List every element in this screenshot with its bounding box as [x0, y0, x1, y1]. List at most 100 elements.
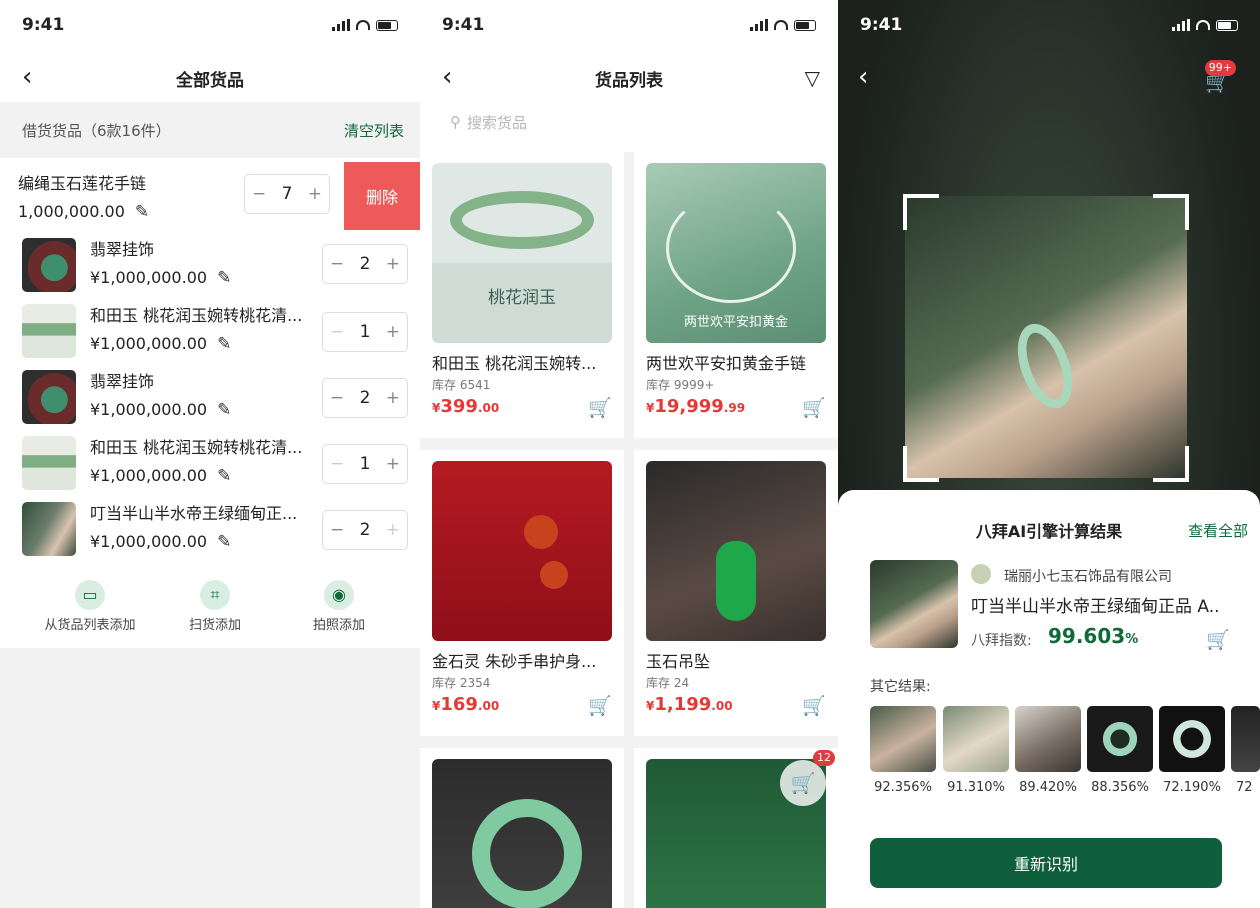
similarity-score: 72 — [1236, 780, 1253, 795]
other-result-image[interactable] — [1015, 706, 1081, 772]
add-to-cart-icon[interactable]: 🛒 — [1206, 628, 1230, 651]
index-value: 99.603 — [1048, 624, 1126, 648]
cart-float-button[interactable]: 🛒 — [780, 760, 826, 806]
list-item[interactable]: 翡翠挂饰 ¥1,000,000.00 ✎ −2 + — [0, 234, 420, 300]
item-price-wrap: ¥1,000,000.00 ✎ — [90, 532, 231, 552]
product-card[interactable]: 两世欢平安扣黄金 两世欢平安扣黄金手链 库存 9999+ ¥19,999.99 … — [634, 152, 838, 438]
status-time: 9:41 — [442, 15, 485, 35]
product-card[interactable]: 桃花润玉 和田玉 桃花润玉婉转... 库存 6541 ¥399.00 🛒 — [420, 152, 624, 438]
other-result-image[interactable] — [1231, 706, 1260, 772]
product-name: 两世欢平安扣黄金手链 — [646, 354, 807, 373]
re-identify-button[interactable]: 重新识别 — [870, 838, 1222, 888]
item-name: 翡翠挂饰 — [90, 372, 155, 391]
plus-icon[interactable]: + — [386, 520, 400, 540]
plus-icon[interactable]: + — [386, 322, 400, 342]
plus-icon[interactable]: + — [386, 388, 400, 408]
back-icon[interactable]: ‹ — [858, 64, 868, 90]
edit-icon[interactable]: ✎ — [217, 532, 231, 552]
quantity-stepper[interactable]: −7 + — [244, 174, 330, 214]
battery-icon — [794, 19, 816, 31]
quantity-stepper[interactable]: −2 + — [322, 510, 408, 550]
borrow-header: 借货货品（6款16件） 清空列表 — [0, 102, 420, 158]
view-all-link[interactable]: 查看全部 — [1188, 520, 1248, 541]
minus-icon[interactable]: − — [330, 454, 344, 474]
price-int: 1,199 — [654, 694, 712, 715]
product-image: 两世欢平安扣黄金 — [646, 163, 826, 343]
list-item[interactable]: 翡翠挂饰 ¥1,000,000.00 ✎ −2 + — [0, 366, 420, 432]
item-price-wrap: ¥1,000,000.00 ✎ — [90, 466, 231, 486]
signal-icon — [750, 19, 768, 31]
clear-list-button[interactable]: 清空列表 — [344, 120, 404, 141]
signal-icon — [1172, 19, 1190, 31]
item-name: 叮当半山半水帝王绿缅甸正... — [90, 504, 298, 523]
edit-icon[interactable]: ✎ — [135, 202, 149, 222]
item-price-wrap: 1,000,000.00 ✎ — [18, 202, 149, 222]
screen-all-goods: 9:41 ‹ 全部货品 借货货品（6款16件） 清空列表 编绳玉石莲花手链 1,… — [0, 0, 420, 908]
search-input[interactable]: ⚲ 搜索货品 — [436, 102, 822, 142]
shop-avatar — [971, 564, 991, 584]
minus-icon[interactable]: − — [330, 322, 344, 342]
list-item[interactable]: 编绳玉石莲花手链 1,000,000.00 ✎ −7 + — [0, 168, 342, 234]
other-result-image[interactable] — [943, 706, 1009, 772]
back-icon[interactable]: ‹ — [22, 64, 32, 90]
battery-icon — [1216, 19, 1238, 31]
item-price-wrap: ¥1,000,000.00 ✎ — [90, 334, 231, 354]
list-item[interactable]: 和田玉 桃花润玉婉转桃花清... ¥1,000,000.00 ✎ −1 + — [0, 432, 420, 498]
minus-icon[interactable]: − — [252, 184, 266, 204]
add-to-cart-icon[interactable]: 🛒 — [802, 396, 826, 419]
product-card[interactable] — [420, 748, 624, 908]
wifi-icon — [356, 20, 370, 30]
quantity-value[interactable]: 2 — [360, 388, 371, 408]
quantity-value[interactable]: 2 — [360, 254, 371, 274]
status-bar: 9:41 — [0, 0, 420, 50]
add-from-list-button[interactable]: ▭ 从货品列表添加 — [35, 580, 145, 633]
scan-add-button[interactable]: ⌗ 扫货添加 — [160, 580, 270, 633]
list-item[interactable]: 叮当半山半水帝王绿缅甸正... ¥1,000,000.00 ✎ −2 + — [0, 498, 420, 564]
edit-icon[interactable]: ✎ — [217, 400, 231, 420]
item-price: 1,000,000.00 — [18, 202, 125, 221]
quantity-stepper[interactable]: −2 + — [322, 244, 408, 284]
quantity-stepper[interactable]: −2 + — [322, 378, 408, 418]
add-to-cart-icon[interactable]: 🛒 — [588, 694, 612, 717]
quantity-value[interactable]: 7 — [282, 184, 293, 204]
action-label: 扫货添加 — [188, 618, 241, 633]
item-price: ¥1,000,000.00 — [90, 268, 208, 287]
image-caption: 两世欢平安扣黄金 — [683, 315, 788, 330]
product-card[interactable]: 玉石吊坠 库存 24 ¥1,199.00 🛒 — [634, 450, 838, 736]
screen-goods-list: 9:41 ‹ 货品列表 ▽ ⚲ 搜索货品 桃花润玉 和田玉 桃花润玉婉转... … — [420, 0, 838, 908]
minus-icon[interactable]: − — [330, 254, 344, 274]
quantity-stepper[interactable]: −1 + — [322, 312, 408, 352]
edit-icon[interactable]: ✎ — [217, 334, 231, 354]
add-to-cart-icon[interactable]: 🛒 — [588, 396, 612, 419]
status-bar: 9:41 — [838, 0, 1260, 50]
edit-icon[interactable]: ✎ — [217, 268, 231, 288]
other-result-image[interactable] — [1159, 706, 1225, 772]
product-stock: 库存 24 — [646, 676, 690, 690]
list-item[interactable]: 和田玉 桃花润玉婉转桃花清... ¥1,000,000.00 ✎ −1 + — [0, 300, 420, 366]
product-card[interactable]: 金石灵 朱砂手串护身... 库存 2354 ¥169.00 🛒 — [420, 450, 624, 736]
quantity-stepper[interactable]: −1 + — [322, 444, 408, 484]
minus-icon[interactable]: − — [330, 520, 344, 540]
plus-icon[interactable]: + — [308, 184, 322, 204]
plus-icon[interactable]: + — [386, 454, 400, 474]
add-to-cart-icon[interactable]: 🛒 — [802, 694, 826, 717]
quantity-value[interactable]: 1 — [360, 454, 371, 474]
plus-icon[interactable]: + — [386, 254, 400, 274]
item-name: 和田玉 桃花润玉婉转桃花清... — [90, 306, 303, 325]
filter-icon[interactable]: ▽ — [805, 66, 820, 90]
cart-icon: 🛒 — [790, 771, 816, 795]
edit-icon[interactable]: ✎ — [217, 466, 231, 486]
minus-icon[interactable]: − — [330, 388, 344, 408]
item-price: ¥1,000,000.00 — [90, 400, 208, 419]
borrow-count-label: 借货货品（6款16件） — [22, 121, 171, 140]
back-icon[interactable]: ‹ — [442, 64, 452, 90]
photo-add-button[interactable]: ◉ 拍照添加 — [284, 580, 394, 633]
status-bar: 9:41 — [420, 0, 838, 50]
other-result-image[interactable] — [870, 706, 936, 772]
quantity-value[interactable]: 1 — [360, 322, 371, 342]
quantity-value[interactable]: 2 — [360, 520, 371, 540]
signal-icon — [332, 19, 350, 31]
product-stock: 库存 2354 — [432, 676, 491, 690]
other-result-image[interactable] — [1087, 706, 1153, 772]
delete-button[interactable]: 删除 — [344, 162, 420, 230]
